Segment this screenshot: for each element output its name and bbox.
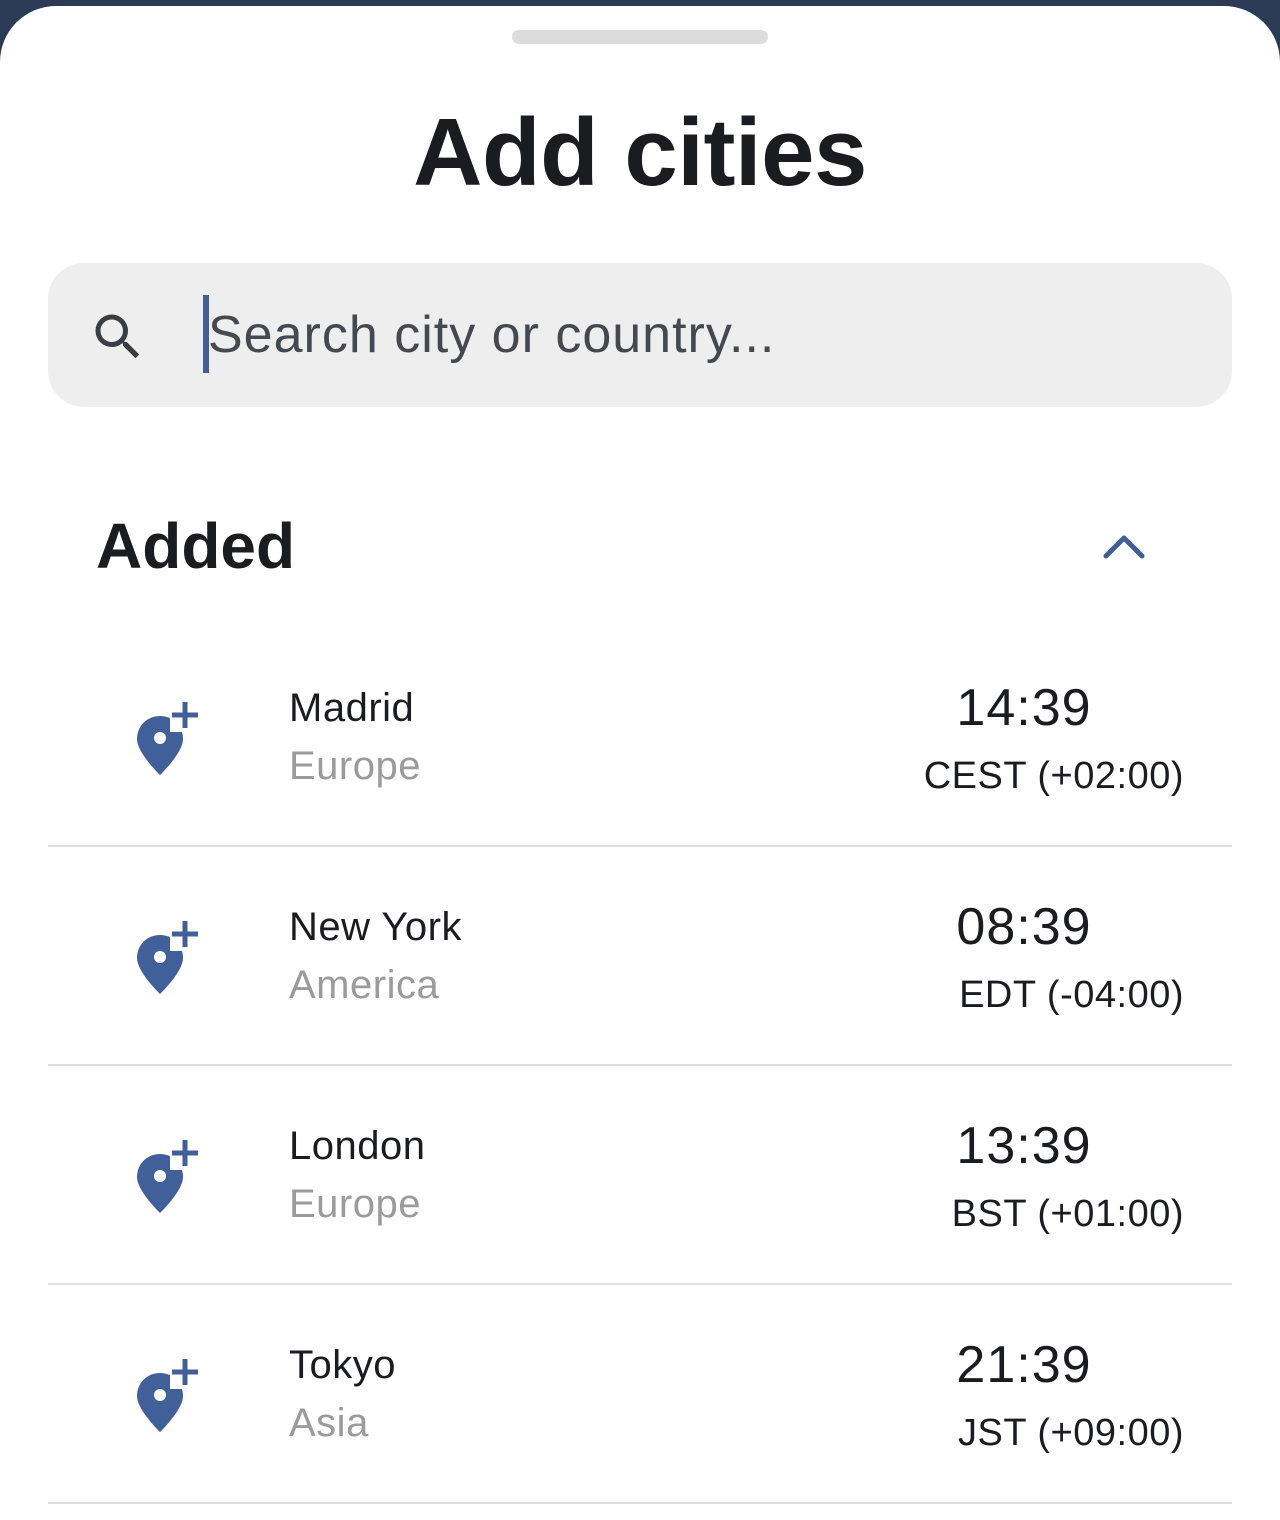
city-name: Tokyo bbox=[289, 1343, 396, 1387]
city-region: Europe bbox=[289, 1182, 421, 1226]
city-row[interactable]: Madrid Europe 14:39 CEST (+02:00) bbox=[48, 628, 1232, 847]
city-time: 21:39 bbox=[956, 1336, 1092, 1394]
city-name: Madrid bbox=[289, 686, 415, 730]
add-cities-sheet: Add cities Added Madrid Euro bbox=[0, 6, 1280, 1520]
city-region: America bbox=[289, 963, 440, 1007]
city-timezone: EDT (-04:00) bbox=[959, 974, 1184, 1016]
city-time: 14:39 bbox=[956, 679, 1092, 737]
text-caret bbox=[203, 295, 209, 373]
search-input[interactable] bbox=[204, 295, 1188, 375]
search-bar[interactable] bbox=[48, 263, 1232, 407]
added-city-list: Madrid Europe 14:39 CEST (+02:00) New Yo… bbox=[48, 628, 1232, 1504]
add-location-icon bbox=[137, 1357, 200, 1432]
page-title: Add cities bbox=[413, 99, 867, 206]
collapse-button[interactable] bbox=[1090, 512, 1158, 580]
city-name: New York bbox=[289, 905, 462, 949]
add-location-icon bbox=[137, 919, 200, 994]
search-icon bbox=[95, 314, 140, 359]
city-row[interactable]: Tokyo Asia 21:39 JST (+09:00) bbox=[48, 1285, 1232, 1504]
city-row[interactable]: London Europe 13:39 BST (+01:00) bbox=[48, 1066, 1232, 1285]
add-location-icon bbox=[137, 1138, 200, 1213]
city-time: 13:39 bbox=[956, 1117, 1092, 1175]
city-name: London bbox=[289, 1124, 426, 1168]
drag-handle[interactable] bbox=[512, 30, 768, 44]
chevron-up-icon bbox=[1103, 535, 1145, 559]
city-region: Europe bbox=[289, 744, 421, 788]
city-timezone: BST (+01:00) bbox=[951, 1193, 1184, 1235]
added-section-header: Added bbox=[96, 506, 1184, 586]
city-timezone: JST (+09:00) bbox=[957, 1412, 1184, 1454]
city-row[interactable]: New York America 08:39 EDT (-04:00) bbox=[48, 847, 1232, 1066]
add-location-icon bbox=[137, 700, 200, 775]
section-title: Added bbox=[96, 510, 296, 582]
city-time: 08:39 bbox=[956, 898, 1092, 956]
city-timezone: CEST (+02:00) bbox=[923, 755, 1184, 797]
city-region: Asia bbox=[289, 1401, 369, 1445]
